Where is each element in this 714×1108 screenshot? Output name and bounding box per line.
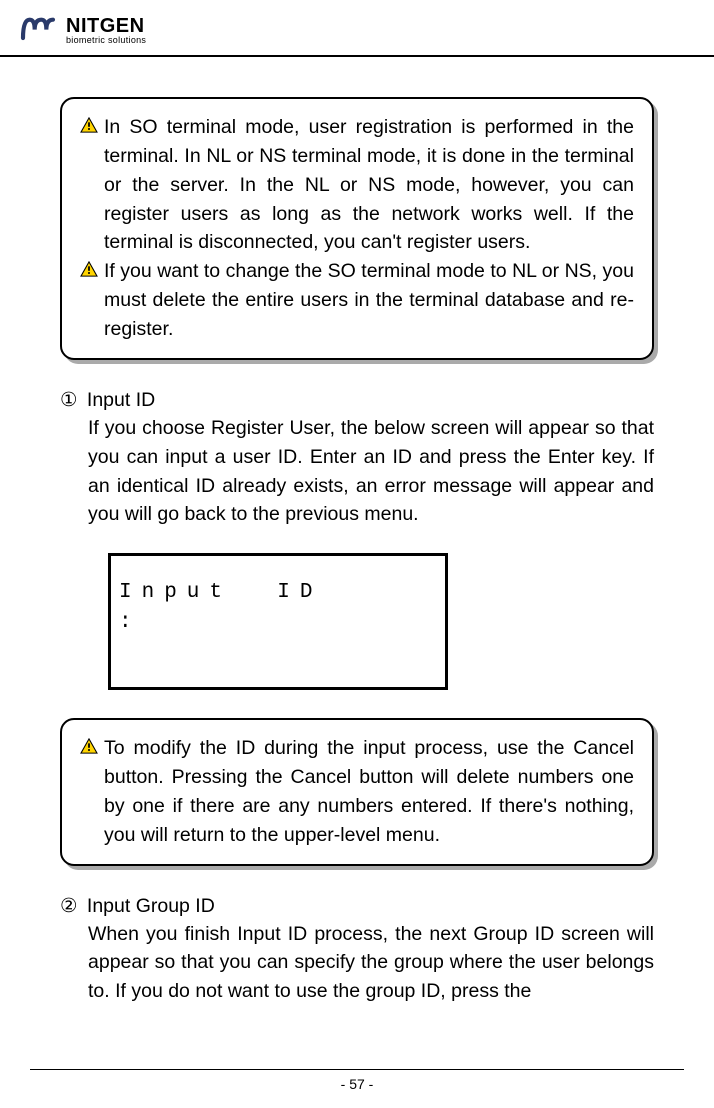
section-title: Input ID bbox=[87, 389, 155, 411]
page-header: NITGEN biometric solutions bbox=[0, 0, 714, 57]
warning-icon bbox=[80, 117, 98, 138]
brand-name: NITGEN bbox=[66, 16, 146, 36]
page-footer: - 57 - bbox=[30, 1069, 684, 1094]
section-heading: ② Input Group ID bbox=[60, 894, 654, 918]
callout-text: To modify the ID during the input proces… bbox=[104, 734, 634, 849]
section-title: Input Group ID bbox=[87, 895, 215, 917]
section-body: When you finish Input ID process, the ne… bbox=[60, 920, 654, 1007]
section-input-group-id: ② Input Group ID When you finish Input I… bbox=[60, 894, 654, 1007]
brand-tagline: biometric solutions bbox=[66, 36, 146, 45]
page-number: - 57 - bbox=[341, 1076, 374, 1092]
section-number: ② bbox=[60, 894, 77, 918]
warning-icon bbox=[80, 261, 98, 282]
logo: NITGEN biometric solutions bbox=[18, 12, 696, 49]
callout-box-1: In SO terminal mode, user registration i… bbox=[60, 97, 654, 360]
logo-icon bbox=[18, 12, 58, 49]
callout-text: If you want to change the SO terminal mo… bbox=[104, 257, 634, 344]
lcd-screen: Input ID : bbox=[108, 553, 448, 690]
section-body: If you choose Register User, the below s… bbox=[60, 414, 654, 529]
callout-text: In SO terminal mode, user registration i… bbox=[104, 113, 634, 257]
section-input-id: ① Input ID If you choose Register User, … bbox=[60, 388, 654, 529]
lcd-line-2: : bbox=[119, 608, 437, 637]
callout-box-2: To modify the ID during the input proces… bbox=[60, 718, 654, 865]
warning-icon bbox=[80, 738, 98, 759]
section-heading: ① Input ID bbox=[60, 388, 654, 412]
main-content: In SO terminal mode, user registration i… bbox=[0, 97, 714, 1006]
section-number: ① bbox=[60, 388, 77, 412]
lcd-line-1: Input ID bbox=[119, 578, 437, 607]
